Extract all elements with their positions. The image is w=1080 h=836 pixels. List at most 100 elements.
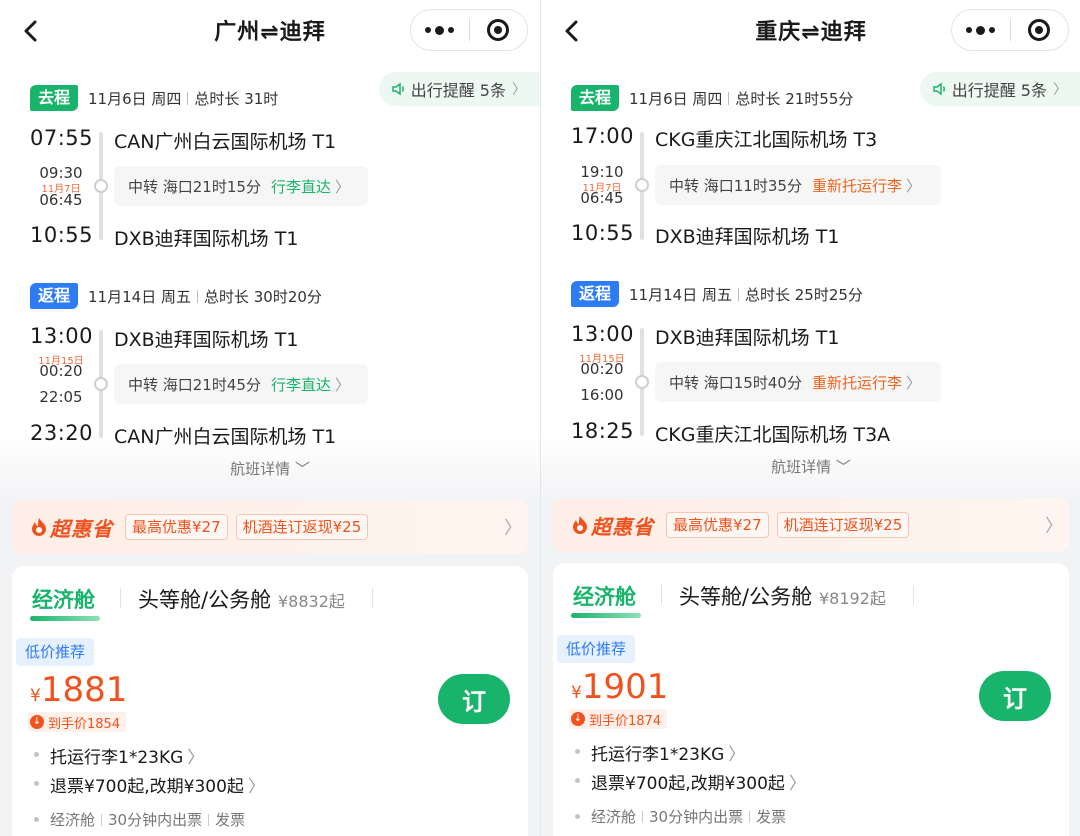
chevron-right-icon: 〉 [905, 373, 921, 392]
outbound-duration: 总时长 31时 [194, 89, 279, 108]
flight-details-toggle[interactable]: 航班详情 ﹀ [0, 458, 540, 479]
baggage-through-link: 行李直达 [270, 177, 331, 196]
outbound-tag: 去程 [571, 85, 620, 111]
inbound-duration: 总时长 25时25分 [744, 285, 863, 304]
baggage-rule[interactable]: 托运行李1*23KG 〉 [574, 740, 746, 765]
outbound-duration: 总时长 21时55分 [735, 89, 854, 108]
book-button[interactable]: 订 [438, 674, 510, 724]
itinerary-panel-chongqing: 重庆⇌迪拜 去程 11月6日 周四 总时长 21时55分 出行提醒 5条 〉 17… [541, 0, 1080, 836]
transfer-dep-time: 16:00 [580, 386, 624, 404]
promo-chip-discount: 最高优惠¥27 [666, 512, 769, 538]
arr-time: 10:55 [30, 223, 94, 247]
nav-header: 广州⇌迪拜 [0, 0, 540, 62]
speaker-icon [391, 82, 404, 96]
travel-notice-button[interactable]: 出行提醒 5条 〉 [378, 72, 540, 106]
outbound-date: 11月6日 周四 [629, 89, 723, 108]
low-price-tag: 低价推荐 [557, 635, 636, 663]
dep-airport: CAN广州白云国际机场 T1 [114, 131, 337, 153]
inbound-segment: 返程 11月14日 周五 总时长 25时25分 13:00 DXB迪拜国际机场 T… [541, 280, 1080, 470]
cabin-card: 经济舱 头等舱/公务舱 ¥8832起 低价推荐 ¥1881 ↓ 到手价1854 订… [12, 566, 528, 836]
tab-first-business[interactable]: 头等舱/公务舱 [138, 584, 271, 614]
refund-rule[interactable]: 退票¥700起,改期¥300起〉 [34, 772, 265, 797]
baggage-rule[interactable]: 托运行李1*23KG 〉 [33, 743, 205, 768]
chevron-down-icon: ﹀ [835, 458, 851, 476]
chevron-right-icon: 〉 [905, 176, 921, 195]
promo-chip-cashback: 机酒连订返现¥25 [235, 514, 369, 540]
fare-price: ¥1881 [30, 670, 128, 710]
promo-banner[interactable]: 超惠省 最高优惠¥27 机酒连订返现¥25 〉 [12, 500, 528, 554]
mini-program-capsule [951, 9, 1069, 51]
chevron-right-icon: 〉 [1053, 82, 1067, 98]
recheck-baggage-link: 重新托运行李 [811, 176, 902, 195]
close-mini-program-button[interactable] [1010, 10, 1068, 50]
promo-chip-discount: 最高优惠¥27 [125, 514, 228, 540]
arr-airport: CKG重庆江北国际机场 T3A [655, 424, 891, 446]
low-price-tag: 低价推荐 [16, 638, 95, 666]
dep-time: 17:00 [571, 124, 635, 148]
transfer-dep-time: 06:45 [580, 189, 624, 207]
down-arrow-icon: ↓ [30, 715, 44, 729]
inbound-date: 11月14日 周五 [88, 287, 191, 306]
transfer-dep-time: 06:45 [39, 191, 83, 209]
mini-program-capsule [410, 9, 528, 51]
inbound-date: 11月14日 周五 [629, 285, 732, 304]
inbound-duration: 总时长 30时20分 [203, 287, 322, 306]
baggage-through-link: 行李直达 [270, 375, 331, 394]
chevron-right-icon: 〉 [512, 82, 526, 98]
promo-chip-cashback: 机酒连订返现¥25 [776, 512, 910, 538]
transfer-arr-time: 00:20 [580, 360, 624, 378]
first-class-price: ¥8832起 [278, 592, 345, 611]
arr-airport: CAN广州白云国际机场 T1 [114, 426, 337, 448]
chevron-right-icon: 〉 [788, 774, 806, 794]
tab-first-business[interactable]: 头等舱/公务舱 [679, 581, 812, 611]
dep-airport: CKG重庆江北国际机场 T3 [655, 129, 878, 151]
dep-time: 13:00 [571, 322, 635, 346]
dep-airport: DXB迪拜国际机场 T1 [655, 327, 840, 349]
chevron-right-icon: 〉 [247, 777, 265, 797]
speaker-icon [932, 82, 945, 96]
transfer-info[interactable]: 中转 海口21时45分 行李直达 〉 [114, 364, 368, 404]
inbound-segment: 返程 11月14日 周五 总时长 30时20分 13:00 DXB迪拜国际机场 T… [0, 282, 540, 472]
fare-features: 经济舱 30分钟内出票 发票 [33, 811, 246, 829]
more-dots-icon [966, 27, 973, 33]
promo-brand: 超惠省 [591, 514, 654, 539]
transfer-info[interactable]: 中转 海口11时35分 重新托运行李 〉 [655, 165, 941, 205]
travel-notice-button[interactable]: 出行提醒 5条 〉 [919, 72, 1080, 106]
transfer-arr-time: 00:20 [39, 362, 83, 380]
chevron-right-icon: 〉 [1045, 516, 1063, 537]
dep-time: 07:55 [30, 126, 94, 150]
more-button[interactable] [952, 10, 1010, 50]
tab-economy[interactable]: 经济舱 [32, 584, 95, 614]
chevron-down-icon: ﹀ [294, 460, 310, 478]
transfer-info[interactable]: 中转 海口21时15分 行李直达 〉 [114, 166, 368, 206]
chevron-right-icon: 〉 [334, 375, 350, 394]
refund-rule[interactable]: 退票¥700起,改期¥300起〉 [575, 769, 806, 794]
dep-time: 13:00 [30, 324, 94, 348]
net-price-badge: ↓ 到手价1874 [569, 709, 668, 729]
promo-banner[interactable]: 超惠省 最高优惠¥27 机酒连订返现¥25 〉 [553, 498, 1069, 552]
inbound-tag: 返程 [571, 281, 620, 307]
book-button[interactable]: 订 [979, 671, 1051, 721]
net-price-badge: ↓ 到手价1854 [28, 712, 127, 732]
recheck-baggage-link: 重新托运行李 [811, 373, 902, 392]
transfer-info[interactable]: 中转 海口15时40分 重新托运行李 〉 [655, 362, 941, 402]
chevron-right-icon: 〉 [504, 518, 522, 539]
outbound-segment: 去程 11月6日 周四 总时长 21时55分 出行提醒 5条 〉 17:00 CK… [541, 72, 1080, 274]
itinerary-panel-guangzhou: 广州⇌迪拜 去程 11月6日 周四 总时长 31时 出行提醒 5条 〉 07:55… [0, 0, 540, 836]
tab-economy[interactable]: 经济舱 [573, 581, 636, 611]
arr-time: 10:55 [571, 221, 635, 245]
transfer-dep-time: 22:05 [39, 388, 83, 406]
more-dots-icon [425, 27, 432, 33]
chevron-right-icon: 〉 [187, 748, 205, 768]
more-button[interactable] [411, 10, 469, 50]
cabin-card: 经济舱 头等舱/公务舱 ¥8192起 低价推荐 ¥1901 ↓ 到手价1874 订… [553, 563, 1069, 836]
chevron-right-icon: 〉 [728, 745, 746, 765]
dep-airport: DXB迪拜国际机场 T1 [114, 329, 299, 351]
target-icon [487, 19, 510, 41]
fare-features: 经济舱 30分钟内出票 发票 [574, 808, 787, 826]
arr-time: 23:20 [30, 421, 94, 445]
chevron-right-icon: 〉 [334, 177, 350, 196]
close-mini-program-button[interactable] [469, 10, 527, 50]
flight-details-toggle[interactable]: 航班详情 ﹀ [541, 456, 1080, 477]
promo-brand: 超惠省 [50, 516, 113, 541]
